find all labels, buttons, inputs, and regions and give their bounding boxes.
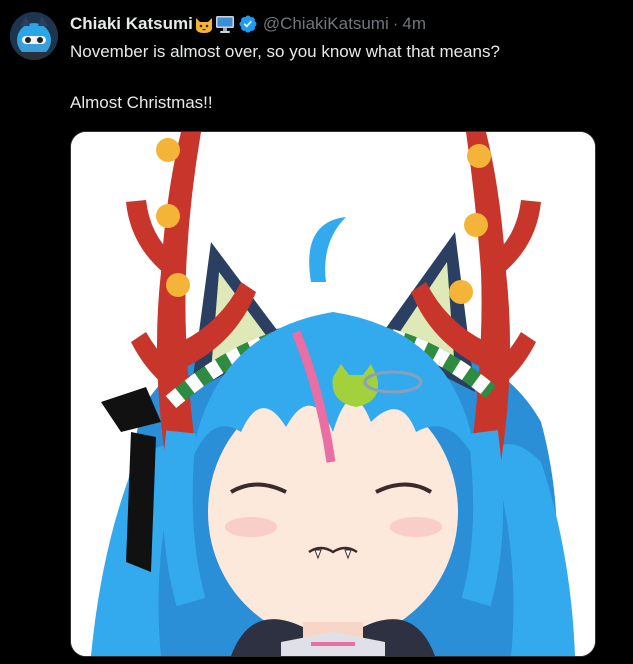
tweet[interactable]: Chiaki Katsumi @ChiakiKatsumi · 4m Novem… (0, 0, 633, 664)
avatar-image (10, 12, 58, 60)
cat-face-emoji-icon (194, 14, 214, 34)
tweet-text-line: November is almost over, so you know wha… (70, 42, 500, 61)
tweet-text-line: Almost Christmas!! (70, 93, 213, 112)
tweet-header: Chiaki Katsumi @ChiakiKatsumi · 4m (70, 13, 426, 35)
desktop-computer-emoji-icon (215, 14, 235, 34)
avatar[interactable] (10, 12, 58, 60)
separator-dot: · (392, 14, 399, 33)
user-handle[interactable]: @ChiakiKatsumi (263, 14, 389, 34)
timestamp[interactable]: 4m (402, 14, 426, 34)
display-name[interactable]: Chiaki Katsumi (70, 14, 193, 34)
tweet-media-image[interactable] (70, 131, 596, 657)
tweet-text: November is almost over, so you know wha… (70, 41, 620, 114)
verified-badge-icon[interactable] (238, 14, 258, 34)
illustration-image (71, 132, 595, 656)
